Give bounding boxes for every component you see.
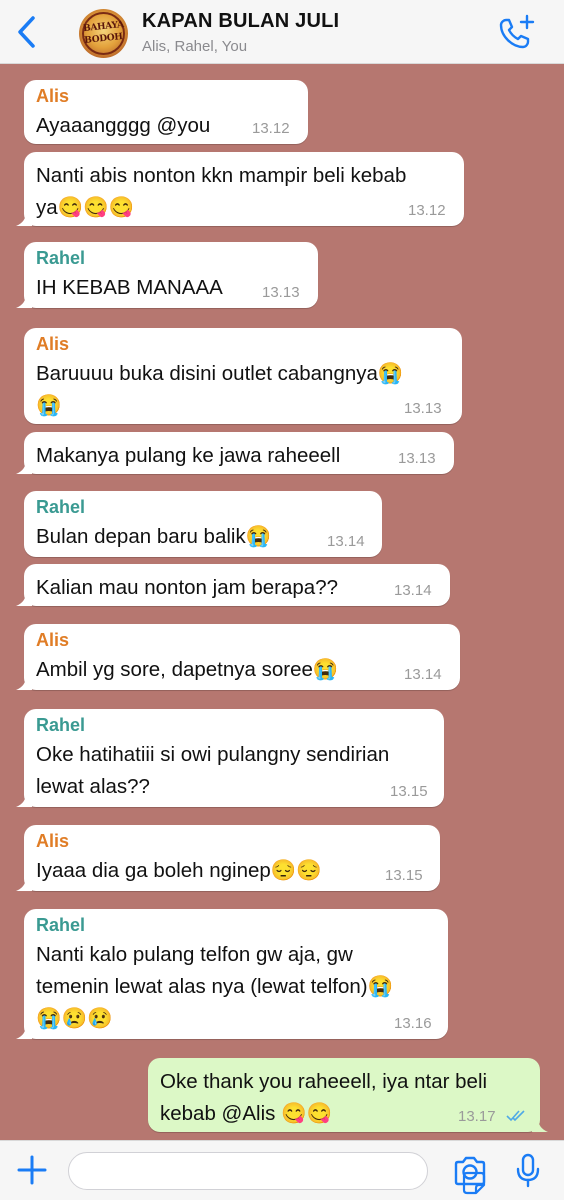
message-timestamp: 13.12 — [408, 202, 446, 219]
outgoing-message-bubble[interactable]: Oke thank you raheeell, iya ntar beli keb… — [148, 1058, 548, 1132]
bubble-tail — [16, 793, 32, 807]
sender-name: Alis — [36, 86, 70, 106]
sender-name: Rahel — [36, 248, 86, 268]
message-timestamp: 13.13 — [262, 284, 300, 301]
message-text-line: IH KEBAB MANAAA — [36, 276, 223, 299]
bubble-tail — [16, 294, 32, 308]
message-timestamp: 13.17 — [458, 1108, 496, 1125]
message-timestamp: 13.13 — [404, 400, 442, 417]
message-text-line: Iyaaa dia ga boleh nginep😔😔 — [36, 859, 322, 882]
incoming-message-bubble[interactable]: Rahel Bulan depan baru balik😭 13.14 — [24, 491, 382, 557]
message-text-line: Kalian mau nonton jam berapa?? — [36, 576, 339, 599]
message-timestamp: 13.16 — [394, 1015, 432, 1032]
sender-name: Alis — [36, 630, 70, 650]
message-text-line: Baruuuu buka disini outlet cabangnya😭 — [36, 362, 404, 385]
chevron-left-icon[interactable] — [12, 14, 42, 50]
incoming-message-bubble[interactable]: Alis Ayaaangggg @you 13.12 — [24, 80, 308, 144]
composer-bar — [0, 1140, 564, 1200]
bubble-tail — [16, 212, 32, 226]
incoming-message-bubble[interactable]: Rahel IH KEBAB MANAAA 13.13 — [16, 242, 318, 308]
bubble-tail — [16, 877, 32, 891]
message-timestamp: 13.12 — [252, 120, 290, 137]
incoming-message-bubble[interactable]: Makanya pulang ke jawa raheeell 13.13 — [16, 432, 454, 474]
incoming-message-bubble[interactable]: Rahel Nanti kalo pulang telfon gw aja, gw… — [16, 909, 448, 1039]
message-text-line: lewat alas?? — [36, 775, 150, 798]
message-text-line: temenin lewat alas nya (lewat telfon)😭 — [36, 975, 394, 998]
message-text-line: Oke thank you raheeell, iya ntar beli — [160, 1070, 488, 1093]
incoming-message-bubble[interactable]: Alis Baruuuu buka disini outlet cabangnya… — [24, 328, 462, 424]
incoming-message-bubble[interactable]: Alis Ambil yg sore, dapetnya soree😭 13.14 — [16, 624, 460, 690]
message-timestamp: 13.14 — [394, 582, 432, 599]
message-text-line: Ayaaangggg @you — [36, 114, 211, 137]
chat-header: BAHAYA BODOH KAPAN BULAN JULI Alis, Rahe… — [0, 0, 564, 64]
bubble-tail — [16, 460, 32, 474]
message-text-line: ya😋😋😋 — [36, 196, 135, 219]
sender-name: Alis — [36, 831, 70, 851]
message-text-line: Ambil yg sore, dapetnya soree😭 — [36, 658, 339, 681]
message-text-line: kebab @Alis 😋😋 — [160, 1102, 333, 1125]
read-receipt-icon — [506, 1110, 525, 1122]
participants-list[interactable]: Alis, Rahel, You — [142, 38, 247, 55]
sender-name: Rahel — [36, 497, 86, 517]
incoming-message-bubble[interactable]: Alis Iyaaa dia ga boleh nginep😔😔 13.15 — [16, 825, 440, 891]
bubble-tail — [16, 676, 32, 690]
sender-name: Rahel — [36, 915, 86, 935]
incoming-message-bubble[interactable]: Nanti abis nonton kkn mampir beli kebab y… — [16, 152, 464, 226]
message-text-line: Oke hatihatiii si owi pulangny sendirian — [36, 743, 390, 766]
message-text-line: Makanya pulang ke jawa raheeell — [36, 444, 341, 467]
sender-name: Alis — [36, 334, 70, 354]
message-text-line: Nanti abis nonton kkn mampir beli kebab — [36, 164, 407, 187]
message-timestamp: 13.14 — [404, 666, 442, 683]
message-timestamp: 13.15 — [390, 783, 428, 800]
camera-icon[interactable] — [452, 1155, 488, 1187]
message-input[interactable] — [68, 1152, 486, 1195]
phone-add-icon[interactable] — [498, 14, 536, 50]
message-text-line: Bulan depan baru balik😭 — [36, 525, 272, 548]
microphone-icon[interactable] — [515, 1153, 541, 1189]
group-avatar[interactable]: BAHAYA BODOH — [79, 9, 128, 58]
message-timestamp: 13.13 — [398, 450, 436, 467]
bubble-tail — [16, 592, 32, 606]
plus-icon[interactable] — [16, 1154, 48, 1186]
sender-name: Rahel — [36, 715, 86, 735]
message-timestamp: 13.15 — [385, 867, 423, 884]
message-text-line: 😭😢😢 — [36, 1007, 113, 1030]
incoming-message-bubble[interactable]: Kalian mau nonton jam berapa?? 13.14 — [16, 564, 450, 606]
bubble-tail — [16, 1025, 32, 1039]
message-text-line: 😭 — [36, 394, 62, 417]
message-timestamp: 13.14 — [327, 533, 365, 550]
incoming-message-bubble[interactable]: Rahel Oke hatihatiii si owi pulangny send… — [16, 709, 444, 807]
bubble-tail — [532, 1118, 548, 1132]
chat-title[interactable]: KAPAN BULAN JULI — [142, 10, 339, 33]
message-text-line: Nanti kalo pulang telfon gw aja, gw — [36, 943, 353, 966]
